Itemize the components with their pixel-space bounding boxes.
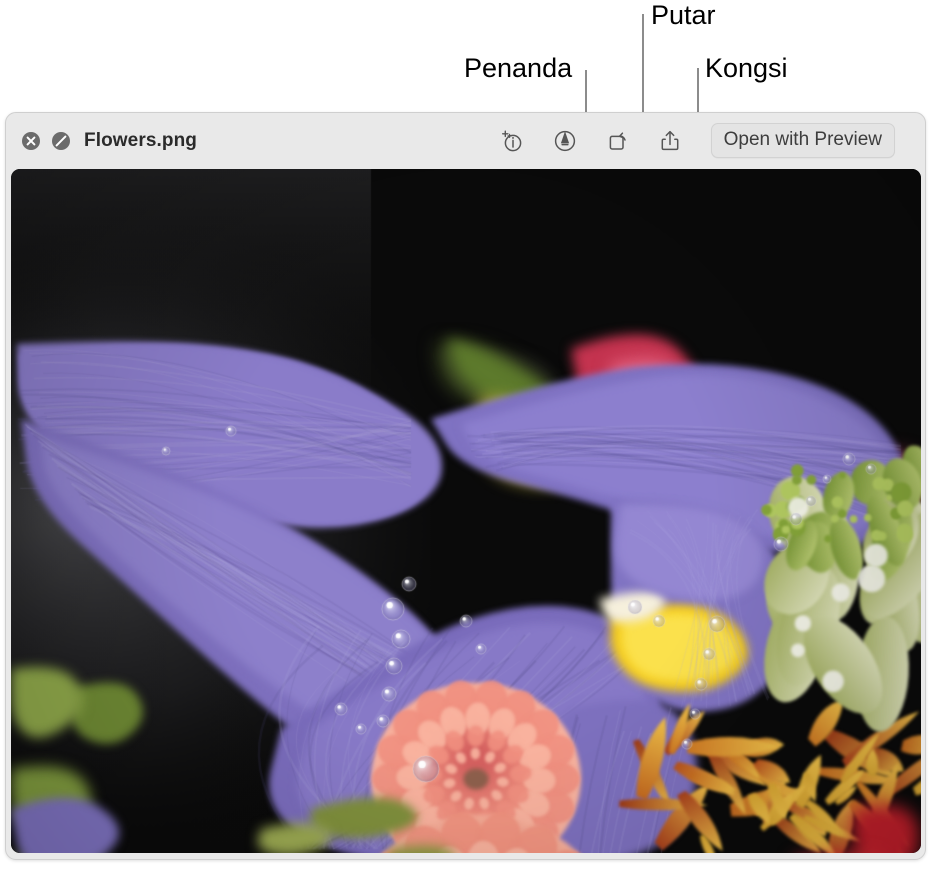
quick-look-window: Flowers.png bbox=[5, 112, 926, 860]
image-preview[interactable] bbox=[11, 169, 921, 853]
quick-look-toolbar: Flowers.png bbox=[6, 113, 925, 168]
callout-label-kongsi: Kongsi bbox=[705, 55, 788, 82]
callout-label-penanda: Penanda bbox=[464, 55, 572, 82]
share-arrow-icon[interactable] bbox=[658, 128, 684, 154]
flower-photo bbox=[11, 169, 921, 853]
sparkle-info-icon[interactable] bbox=[499, 128, 525, 154]
close-icon[interactable] bbox=[20, 130, 42, 152]
callout-label-putar: Putar bbox=[651, 2, 716, 29]
slash-circle-icon[interactable] bbox=[50, 130, 72, 152]
toolbar-action-group: Open with Preview bbox=[499, 123, 913, 158]
callout-leader-line-putar bbox=[642, 14, 644, 127]
rotate-square-icon[interactable] bbox=[605, 128, 631, 154]
window-title: Flowers.png bbox=[84, 130, 197, 152]
open-with-preview-button[interactable]: Open with Preview bbox=[711, 123, 895, 158]
markup-pen-icon[interactable] bbox=[552, 128, 578, 154]
